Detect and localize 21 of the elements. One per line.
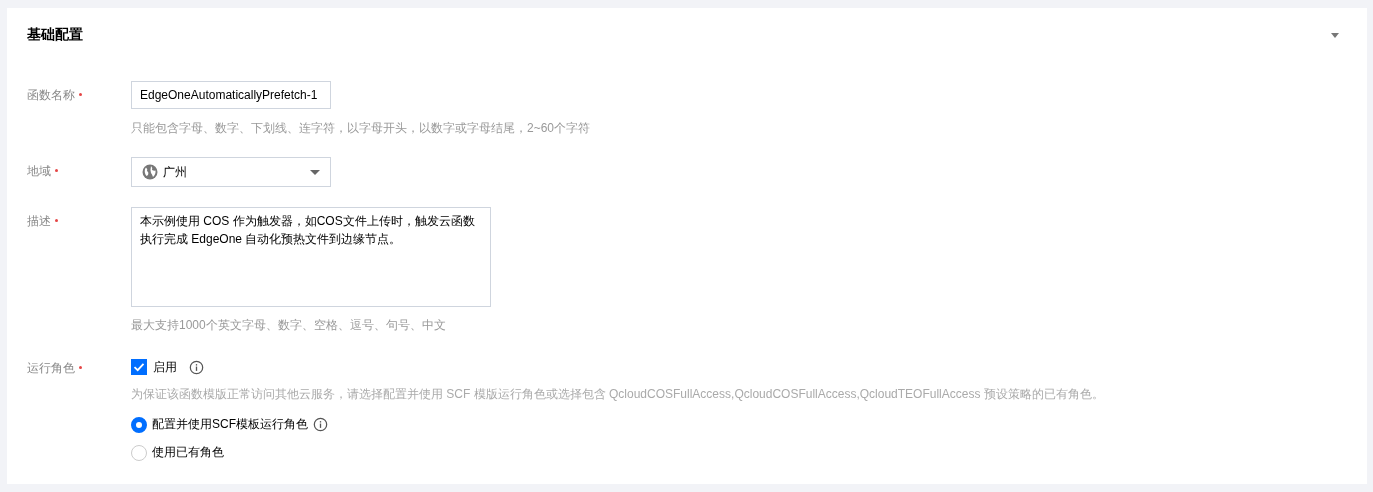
- hint-text: 为保证该函数模版正常访问其他云服务，请选择配置并使用 SCF 模版运行角色或选择包含 QcloudCOSFullAccess,QcloudCOSFullAccess,QcloudTEOFullAccess 预设策略的已有角色。: [131, 386, 1104, 403]
- info-icon[interactable]: [189, 359, 204, 375]
- hint-text: 只能包含字母、数字、下划线、连字符，以字母开头，以数字或字母结尾，2~60个字符: [131, 120, 591, 137]
- radio-label: 使用已有角色: [152, 444, 224, 461]
- checkbox[interactable]: [131, 359, 147, 375]
- region-select[interactable]: 广州: [131, 157, 331, 187]
- field-label: 函数名称: [27, 88, 75, 102]
- info-icon[interactable]: [313, 417, 328, 432]
- caret-icon[interactable]: [1331, 32, 1339, 38]
- section-title: 基础配置: [27, 26, 83, 44]
- description-field[interactable]: 本示例使用 COS 作为触发器，如COS文件上传时，触发云函数执行完成 EdgeOne 自动化预热文件到边缘节点。: [131, 207, 491, 307]
- globe-icon: [142, 164, 158, 180]
- hint-text: 最大支持1000个英文字母、数字、空格、逗号、句号、中文: [131, 317, 446, 334]
- field-label: 运行角色: [27, 361, 75, 375]
- checkbox-label: 启用: [153, 358, 177, 376]
- field-label: 地域: [27, 164, 51, 178]
- input-field[interactable]: EdgeOneAutomaticallyPrefetch-1: [131, 81, 331, 109]
- radio-button[interactable]: [131, 416, 147, 433]
- radio-label: 配置并使用SCF模板运行角色: [152, 416, 308, 433]
- radio-button[interactable]: [131, 444, 147, 461]
- field-label: 描述: [27, 214, 51, 228]
